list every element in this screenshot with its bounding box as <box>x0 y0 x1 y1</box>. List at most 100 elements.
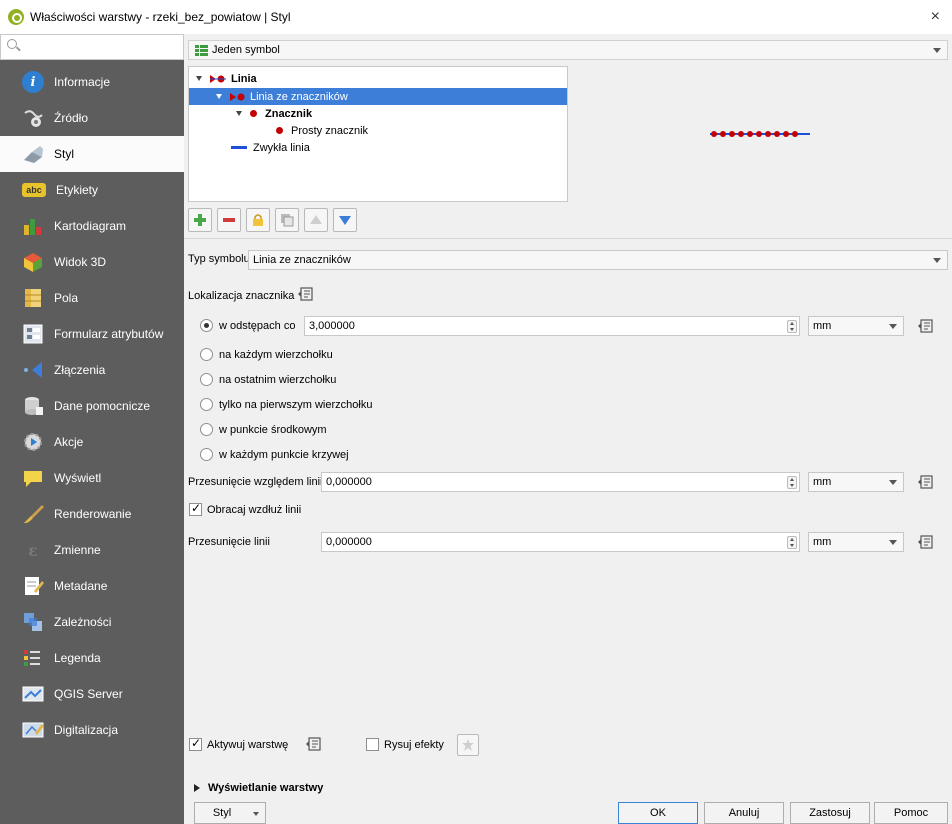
spin-buttons-icon[interactable] <box>787 476 797 489</box>
sidebar-item-pola[interactable]: Pola <box>0 280 184 316</box>
radio-interval[interactable] <box>200 319 213 332</box>
sidebar-item-metadane[interactable]: Metadane <box>0 568 184 604</box>
lock-layer-button[interactable] <box>246 208 270 232</box>
move-up-button[interactable] <box>304 208 328 232</box>
offset-along-input[interactable]: 0,000000 <box>321 472 800 492</box>
sidebar-item-formularz[interactable]: Formularz atrybutów <box>0 316 184 352</box>
apply-button[interactable]: Zastosuj <box>790 802 870 824</box>
renderer-select[interactable]: Jeden symbol <box>188 40 948 60</box>
ok-button[interactable]: OK <box>618 802 698 824</box>
radio-curve-point-label: w każdym punkcie krzywej <box>219 449 349 461</box>
chevron-down-icon <box>889 540 897 545</box>
sidebar-item-qgis-server[interactable]: QGIS Server <box>0 676 184 712</box>
radio-first-vertex[interactable] <box>200 398 213 411</box>
line-offset-label: Przesunięcie linii <box>188 536 270 548</box>
sidebar-item-digitalizacja[interactable]: Digitalizacja <box>0 712 184 748</box>
tree-item-simple-marker[interactable]: Prosty znacznik <box>189 122 567 139</box>
radio-last-vertex[interactable] <box>200 373 213 386</box>
enable-layer-checkbox[interactable] <box>189 736 202 751</box>
sidebar-item-renderowanie[interactable]: Renderowanie <box>0 496 184 532</box>
radio-curve-point[interactable] <box>200 448 213 461</box>
tree-item-label: Linia <box>231 72 257 85</box>
sidebar-item-label: Pola <box>54 291 79 305</box>
help-button[interactable]: Pomoc <box>874 802 948 824</box>
spin-buttons-icon[interactable] <box>787 536 797 549</box>
data-defined-override-icon[interactable] <box>918 535 934 549</box>
effects-settings-button[interactable] <box>457 734 479 756</box>
line-offset-input[interactable]: 0,000000 <box>321 532 800 552</box>
offset-along-unit-select[interactable]: mm <box>808 472 904 492</box>
chevron-down-icon <box>933 258 941 263</box>
digitizing-icon <box>22 719 44 741</box>
line-offset-unit-select[interactable]: mm <box>808 532 904 552</box>
draw-effects-checkbox[interactable] <box>366 738 379 751</box>
radio-every-vertex[interactable] <box>200 348 213 361</box>
help-button-label: Pomoc <box>893 807 929 819</box>
sidebar-item-label: Zależności <box>54 615 112 629</box>
add-layer-button[interactable] <box>188 208 212 232</box>
tree-item-label: Linia ze znaczników <box>250 90 348 103</box>
labels-abc-icon: abc <box>22 183 46 197</box>
data-defined-override-icon[interactable] <box>918 475 934 489</box>
symbol-layers-tree[interactable]: Linia Linia ze znaczników Znacznik Prost… <box>188 66 568 202</box>
tree-item-simple-line[interactable]: Zwykła linia <box>189 139 567 156</box>
data-defined-override-icon[interactable] <box>306 737 322 751</box>
tree-item-label: Zwykła linia <box>253 141 310 154</box>
symbol-type-select[interactable]: Linia ze znaczników <box>248 250 948 270</box>
spin-buttons-icon[interactable] <box>787 320 797 333</box>
data-defined-override-icon[interactable] <box>918 319 934 333</box>
cancel-button[interactable]: Anuluj <box>704 802 784 824</box>
symbol-type-value: Linia ze znaczników <box>253 254 351 266</box>
radio-central-point[interactable] <box>200 423 213 436</box>
sidebar-item-styl[interactable]: Styl <box>0 136 184 172</box>
joins-icon <box>22 359 44 381</box>
minus-icon <box>223 218 235 222</box>
sidebar: i Informacje Źródło Styl abc Etykiety Ka… <box>0 34 184 824</box>
radio-central-point-label: w punkcie środkowym <box>219 424 327 436</box>
radio-every-vertex-label: na każdym wierzchołku <box>219 349 333 361</box>
rotate-checkbox[interactable] <box>189 501 202 516</box>
sidebar-item-akcje[interactable]: Akcje <box>0 424 184 460</box>
sidebar-item-zaleznosci[interactable]: Zależności <box>0 604 184 640</box>
interval-unit-select[interactable]: mm <box>808 316 904 336</box>
sidebar-item-label: Formularz atrybutów <box>54 327 164 341</box>
sidebar-item-widok-3d[interactable]: Widok 3D <box>0 244 184 280</box>
draw-effects-label: Rysuj efekty <box>384 739 444 751</box>
sidebar-item-label: Widok 3D <box>54 255 107 269</box>
star-effect-icon <box>462 739 474 751</box>
sidebar-search-input[interactable] <box>0 34 184 60</box>
close-icon[interactable]: × <box>931 8 940 26</box>
sidebar-item-zlaczenia[interactable]: Złączenia <box>0 352 184 388</box>
auxiliary-storage-icon <box>22 395 44 417</box>
sidebar-item-zmienne[interactable]: ε Zmienne <box>0 532 184 568</box>
single-symbol-icon <box>195 44 208 56</box>
duplicate-layer-button[interactable] <box>275 208 299 232</box>
move-down-button[interactable] <box>333 208 357 232</box>
tree-item-marker[interactable]: Znacznik <box>189 105 567 122</box>
sidebar-item-legenda[interactable]: Legenda <box>0 640 184 676</box>
metadata-icon <box>22 575 44 597</box>
divider <box>184 238 952 239</box>
remove-layer-button[interactable] <box>217 208 241 232</box>
sidebar-item-kartodiagram[interactable]: Kartodiagram <box>0 208 184 244</box>
info-icon: i <box>22 71 44 93</box>
renderer-select-value: Jeden symbol <box>212 44 280 56</box>
data-defined-override-icon[interactable] <box>298 287 314 301</box>
arrow-down-icon <box>339 216 351 225</box>
tree-item-line-symbol[interactable]: Linia <box>189 70 567 87</box>
sidebar-item-zrodlo[interactable]: Źródło <box>0 100 184 136</box>
interval-input[interactable]: 3,000000 <box>304 316 800 336</box>
radio-first-vertex-label: tylko na pierwszym wierzchołku <box>219 399 373 411</box>
sidebar-item-label: Digitalizacja <box>54 723 119 737</box>
sidebar-item-label: Źródło <box>54 111 89 125</box>
chevron-down-icon <box>889 480 897 485</box>
tree-item-marker-line-layer[interactable]: Linia ze znaczników <box>189 88 567 105</box>
sidebar-item-wyswietl[interactable]: Wyświetl <box>0 460 184 496</box>
sidebar-item-dane-pomocnicze[interactable]: Dane pomocnicze <box>0 388 184 424</box>
sidebar-item-informacje[interactable]: i Informacje <box>0 64 184 100</box>
style-menu-button[interactable]: Styl <box>194 802 266 824</box>
offset-along-unit-value: mm <box>813 476 832 488</box>
sidebar-item-etykiety[interactable]: abc Etykiety <box>0 172 184 208</box>
sidebar-item-label: Metadane <box>54 579 108 593</box>
layer-rendering-expander[interactable]: Wyświetlanie warstwy <box>194 782 323 794</box>
